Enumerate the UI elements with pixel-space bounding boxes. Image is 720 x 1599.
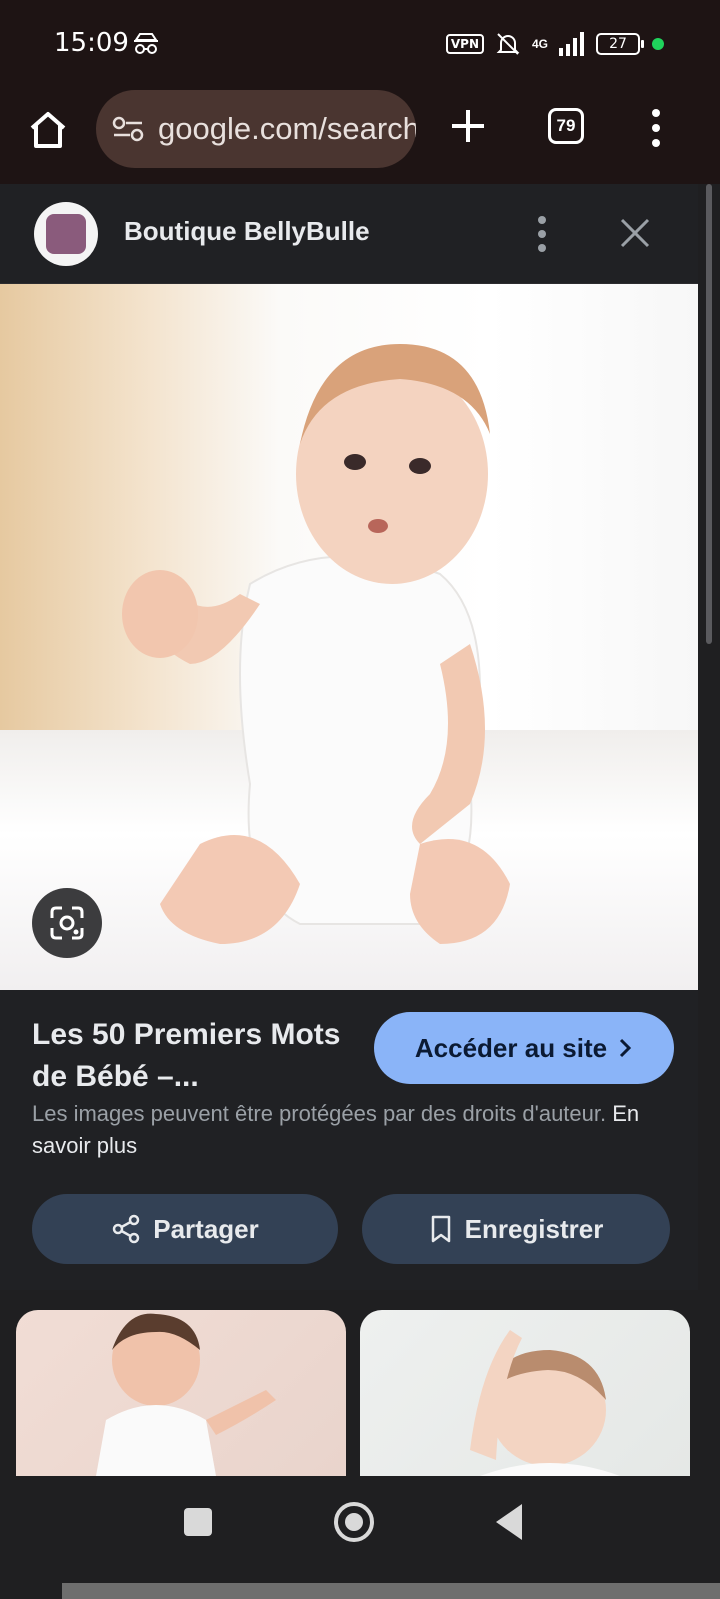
share-icon <box>113 1214 140 1244</box>
image-viewer-header: Boutique BellyBulle <box>0 184 698 284</box>
bookmark-icon <box>431 1215 450 1243</box>
more-vert-icon[interactable] <box>650 108 662 148</box>
thumbnail-photo <box>96 1313 276 1476</box>
new-tab-icon[interactable] <box>448 106 488 146</box>
url-text: google.com/search <box>158 111 416 146</box>
site-favicon <box>34 202 98 266</box>
home-icon[interactable] <box>26 108 70 152</box>
address-bar[interactable]: google.com/search <box>96 90 416 168</box>
thumbnail-photo <box>470 1330 620 1476</box>
visit-site-button[interactable]: Accéder au site <box>374 1012 674 1084</box>
share-label: Partager <box>153 1213 259 1244</box>
result-image[interactable] <box>0 284 698 990</box>
network-label: 4G <box>531 37 548 51</box>
share-button[interactable]: Partager <box>32 1194 338 1264</box>
related-image-crying-baby[interactable] <box>16 1310 346 1476</box>
system-navigation-bar <box>0 1476 720 1599</box>
battery-indicator: 27 <box>596 33 644 55</box>
chevron-right-icon <box>620 1038 632 1058</box>
google-lens-button[interactable] <box>32 888 102 958</box>
recent-apps-button[interactable] <box>184 1508 212 1536</box>
copyright-notice: Les images peuvent être protégées par de… <box>32 1098 682 1162</box>
site-settings-icon[interactable] <box>112 115 144 143</box>
vpn-badge: VPN <box>445 34 484 54</box>
baby-photo <box>122 344 510 944</box>
privacy-dot <box>652 38 664 50</box>
status-time: 15:09 <box>54 28 129 58</box>
related-image-sleeping-baby[interactable] <box>360 1310 690 1476</box>
bell-muted-icon <box>496 33 520 55</box>
result-title[interactable]: Les 50 Premiers Mots de Bébé –... <box>32 1014 352 1098</box>
lens-icon <box>50 906 84 940</box>
visit-site-label: Accéder au site <box>414 1032 608 1063</box>
close-icon[interactable] <box>618 216 652 250</box>
status-bar: 15:09 VPN 4G 27 <box>0 0 720 88</box>
gesture-bar <box>62 1583 720 1599</box>
home-button[interactable] <box>334 1502 374 1542</box>
save-label: Enregistrer <box>464 1213 604 1244</box>
site-name: Boutique BellyBulle <box>124 216 370 246</box>
back-button[interactable] <box>496 1504 522 1540</box>
signal-icon <box>559 32 584 56</box>
copyright-text: Les images peuvent être protégées par de… <box>32 1101 607 1126</box>
browser-toolbar: google.com/search 79 <box>0 88 720 184</box>
save-button[interactable]: Enregistrer <box>362 1194 670 1264</box>
status-icons: VPN 4G 27 <box>445 30 668 58</box>
more-vert-icon[interactable] <box>536 214 548 254</box>
result-info-panel: Les 50 Premiers Mots de Bébé –... Accéde… <box>0 990 698 1290</box>
scrollbar[interactable] <box>706 184 712 644</box>
tab-switcher-button[interactable]: 79 <box>548 108 584 144</box>
incognito-icon <box>134 33 158 54</box>
